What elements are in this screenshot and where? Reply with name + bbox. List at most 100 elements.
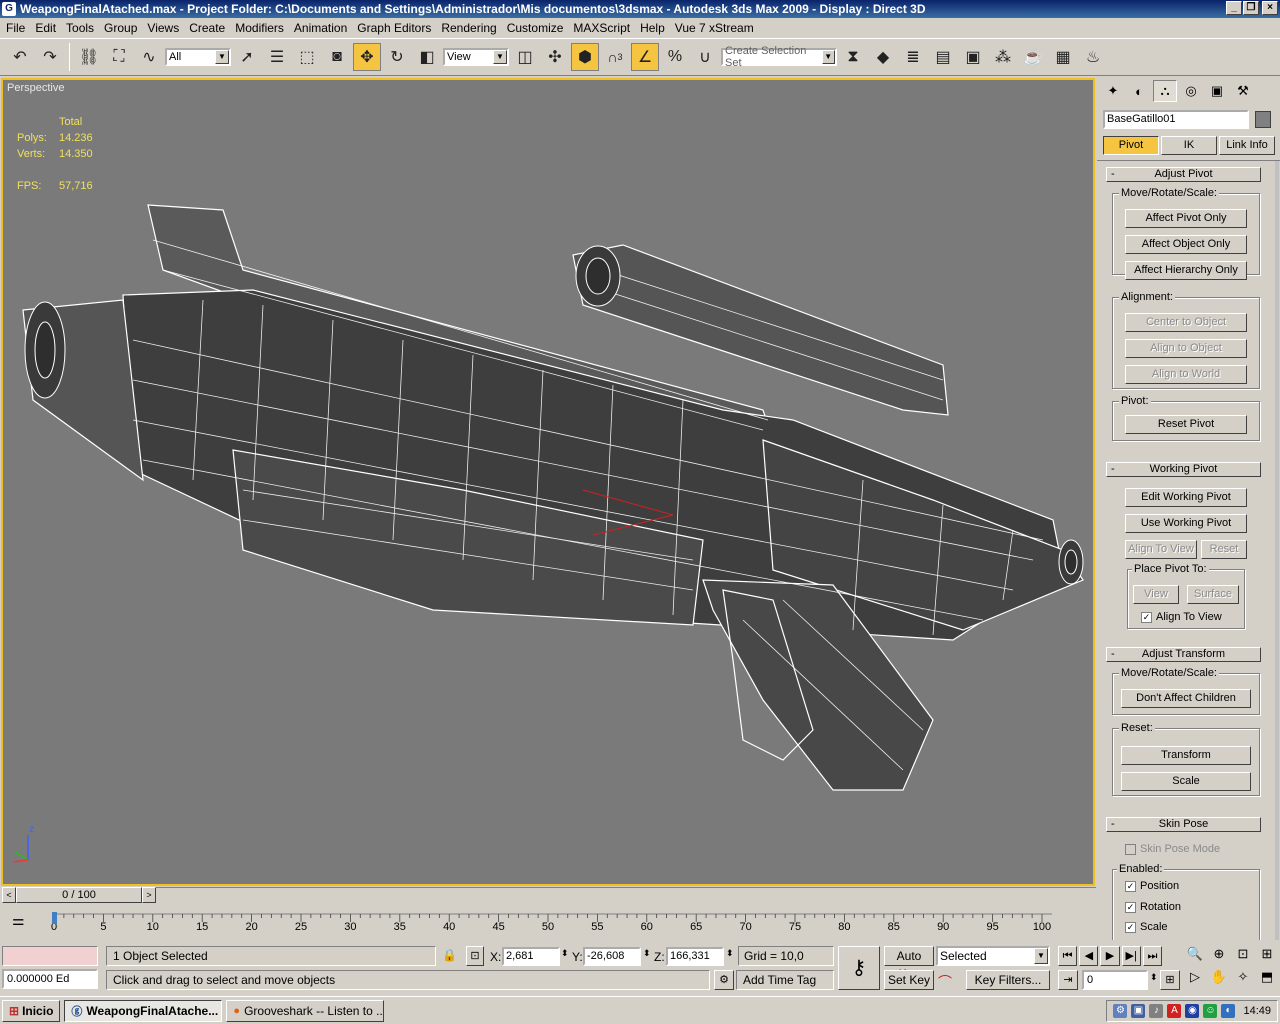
reset-pivot-button[interactable]: Reset Pivot [1125,415,1247,434]
hierarchy-tab-icon[interactable]: ⛬ [1153,80,1177,102]
rendered-frame-window-icon[interactable]: ▦ [1049,43,1077,71]
utilities-tab-icon[interactable]: ⚒ [1231,80,1255,102]
object-color-swatch[interactable] [1255,111,1271,128]
select-and-scale-icon[interactable]: ◧ [413,43,441,71]
maximize-viewport-icon[interactable]: ⬒ [1256,969,1278,990]
menu-file[interactable]: File [2,18,31,38]
use-working-pivot-button[interactable]: Use Working Pivot [1125,514,1247,533]
schematic-view-icon[interactable]: ▣ [959,43,987,71]
affect-hierarchy-only-button[interactable]: Affect Hierarchy Only [1125,261,1247,280]
pivot-center-icon[interactable]: ◫ [511,43,539,71]
skin-pose-position-checkbox[interactable]: ✓ Position [1125,880,1179,892]
select-and-move-icon[interactable]: ✥ [353,43,381,71]
tab-ik[interactable]: IK [1161,136,1217,155]
affect-pivot-only-button[interactable]: Affect Pivot Only [1125,209,1247,228]
tray-messenger-icon[interactable]: ☺ [1203,1004,1218,1018]
panel-scrollbar[interactable] [1275,161,1279,940]
angle-snap-icon[interactable]: ∠ [631,43,659,71]
motion-tab-icon[interactable]: ◎ [1179,80,1203,102]
restore-button[interactable]: ❐ [1243,1,1259,15]
key-mode-toggle-icon[interactable]: ⇥ [1058,970,1078,990]
taskbar-item-3dsmax[interactable]: ⓖ WeapongFinalAtache... [64,999,223,1022]
menu-vue[interactable]: Vue 7 xStream [671,18,760,38]
start-button[interactable]: ⊞ Inicio [2,999,61,1022]
arc-rotate-icon[interactable]: ✧ [1232,969,1254,990]
skin-pose-scale-checkbox[interactable]: ✓ Scale [1125,921,1168,933]
dont-affect-children-button[interactable]: Don't Affect Children [1121,689,1251,708]
tray-volume-icon[interactable]: ♪ [1149,1004,1164,1018]
rectangular-selection-icon[interactable]: ⬚ [293,43,321,71]
frame-ruler[interactable]: 0 5 10 15 20 25 30 35 40 45 50 55 60 65 70 75 80 85 90 95 10… [0,906,1280,938]
default-tangents-icon[interactable]: ⌒ [938,972,952,992]
center-to-object-button[interactable]: Center to Object [1125,313,1247,332]
undo-icon[interactable]: ↶ [6,43,34,71]
menu-customize[interactable]: Customize [503,18,570,38]
add-time-tag[interactable]: Add Time Tag [736,970,834,990]
time-configuration-icon[interactable]: ⊞ [1160,970,1180,990]
select-by-name-icon[interactable]: ☰ [263,43,291,71]
skin-pose-mode-checkbox[interactable]: Skin Pose Mode [1125,843,1220,855]
reset-scale-button[interactable]: Scale [1121,772,1251,791]
redo-icon[interactable]: ↷ [36,43,64,71]
working-pivot-reset-button[interactable]: Reset [1201,540,1247,559]
affect-object-only-button[interactable]: Affect Object Only [1125,235,1247,254]
layer-manager-icon[interactable]: ≣ [899,43,927,71]
tray-update-icon[interactable]: ◐ [1221,1004,1236,1018]
minimize-button[interactable]: _ [1226,1,1242,15]
menu-modifiers[interactable]: Modifiers [231,18,290,38]
menu-help[interactable]: Help [636,18,671,38]
set-key-mode-icon[interactable]: ⚷ [838,946,880,990]
set-key-button[interactable]: Set Key [884,970,934,990]
menu-graph-editors[interactable]: Graph Editors [353,18,437,38]
tray-app-icon[interactable]: ◉ [1185,1004,1200,1018]
field-of-view-icon[interactable]: ▷ [1184,969,1206,990]
snaps-toggle-icon[interactable]: ∩ 3 [601,43,629,71]
edit-working-pivot-button[interactable]: Edit Working Pivot [1125,488,1247,507]
reference-coordinate-dropdown[interactable]: View ▼ [443,48,509,66]
select-and-link-icon[interactable]: ⛓ [75,43,103,71]
tab-pivot[interactable]: Pivot [1103,136,1159,155]
z-spinner-icon[interactable]: ⬍ [726,948,734,959]
zoom-icon[interactable]: 🔍 [1184,946,1206,967]
menu-tools[interactable]: Tools [62,18,100,38]
quick-render-icon[interactable]: ♨ [1079,43,1107,71]
previous-frame-icon[interactable]: ◀ [1079,946,1099,966]
menu-group[interactable]: Group [100,18,143,38]
next-frame-icon[interactable]: ▶| [1121,946,1141,966]
key-filters-button[interactable]: Key Filters... [966,970,1050,990]
play-icon[interactable]: ▶ [1100,946,1120,966]
zoom-extents-all-icon[interactable]: ⊞ [1256,946,1278,967]
time-slider-next-button[interactable]: > [142,887,156,903]
place-pivot-view-button[interactable]: View [1133,585,1179,604]
object-name-field[interactable]: BaseGatillo01 [1103,110,1249,129]
named-selection-sets-dropdown[interactable]: Create Selection Set ▼ [721,45,837,69]
adjust-pivot-rollout-header[interactable]: - Adjust Pivot [1106,167,1261,182]
time-slider-thumb[interactable]: 0 / 100 [16,887,142,903]
auto-key-button[interactable]: Auto Key [884,946,934,981]
working-pivot-rollout-header[interactable]: - Working Pivot [1106,462,1261,477]
align-to-view-checkbox[interactable]: ✓ Align To View [1141,611,1222,623]
select-manipulate-icon[interactable]: ✣ [541,43,569,71]
menu-edit[interactable]: Edit [31,18,62,38]
time-slider-track[interactable] [156,887,1096,903]
frame-spinner-icon[interactable]: ⬍ [1150,972,1158,983]
keyboard-shortcut-override-icon[interactable]: ⬢ [571,43,599,71]
select-object-icon[interactable]: ➚ [233,43,261,71]
unlink-icon[interactable]: ⛶ [105,43,133,71]
adjust-transform-rollout-header[interactable]: - Adjust Transform [1106,647,1261,662]
display-tab-icon[interactable]: ▣ [1205,80,1229,102]
percent-snap-icon[interactable]: % [661,43,689,71]
go-to-end-icon[interactable]: ⏭ [1142,946,1163,966]
viewport-label[interactable]: Perspective [7,82,64,94]
current-frame-marker[interactable] [52,912,57,924]
zoom-extents-icon[interactable]: ⊡ [1232,946,1254,967]
place-pivot-surface-button[interactable]: Surface [1187,585,1239,604]
pan-view-icon[interactable]: ✋ [1208,969,1230,990]
modify-tab-icon[interactable]: ◐ [1127,80,1151,102]
render-setup-icon[interactable]: ☕ [1019,43,1047,71]
align-to-object-button[interactable]: Align to Object [1125,339,1247,358]
key-mode-dropdown[interactable]: Selected ▼ [936,946,1050,966]
menu-maxscript[interactable]: MAXScript [569,18,636,38]
lock-selection-icon[interactable]: 🔒 [442,948,457,962]
x-coordinate-field[interactable]: 2,681 [502,947,560,966]
